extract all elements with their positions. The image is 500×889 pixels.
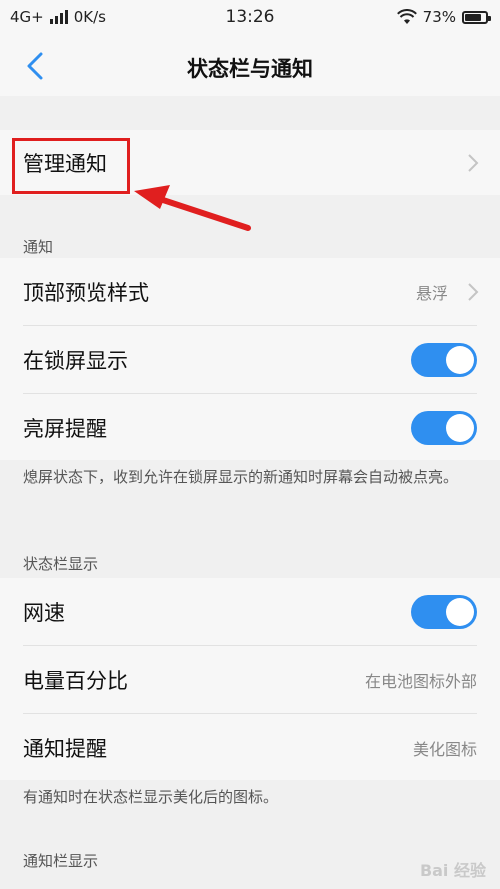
battery-percent-row[interactable]: 电量百分比 在电池图标外部 xyxy=(0,646,500,713)
page-title: 状态栏与通知 xyxy=(187,57,313,81)
notifications-header: 通知 xyxy=(23,238,54,256)
notification-alert-value: 美化图标 xyxy=(412,739,477,759)
net-speed-label: 网速 xyxy=(23,600,65,625)
status-right: 73% xyxy=(396,8,491,26)
preview-style-row[interactable]: 顶部预览样式 悬浮 xyxy=(0,258,500,325)
status-display-header: 状态栏显示 xyxy=(23,555,99,573)
preview-style-value: 悬浮 xyxy=(415,283,448,303)
wifi-icon xyxy=(396,9,417,24)
lock-screen-row: 在锁屏显示 xyxy=(0,326,500,393)
battery-icon xyxy=(462,10,491,24)
battery-percent-value: 在电池图标外部 xyxy=(364,671,477,691)
notifications-section: 顶部预览样式 悬浮 在锁屏显示 亮屏提醒 xyxy=(0,258,500,460)
wake-screen-label: 亮屏提醒 xyxy=(23,416,107,441)
battery-percent: 73% xyxy=(422,8,456,26)
net-speed-toggle[interactable] xyxy=(411,594,477,629)
chevron-right-icon xyxy=(468,282,479,301)
wake-screen-toggle[interactable] xyxy=(411,410,477,445)
notification-alert-note: 有通知时在状态栏显示美化后的图标。 xyxy=(23,788,279,806)
preview-style-label: 顶部预览样式 xyxy=(23,280,149,305)
shade-display-header: 通知栏显示 xyxy=(23,852,99,870)
notification-alert-row[interactable]: 通知提醒 美化图标 xyxy=(0,714,500,781)
app-bar: 状态栏与通知 xyxy=(0,36,500,96)
lock-screen-label: 在锁屏显示 xyxy=(23,348,128,373)
chevron-right-icon xyxy=(468,153,479,172)
wake-screen-row: 亮屏提醒 xyxy=(0,394,500,461)
net-speed-row: 网速 xyxy=(0,578,500,645)
watermark: Bai 经验 xyxy=(419,861,486,880)
notification-alert-label: 通知提醒 xyxy=(23,736,107,761)
status-bar: 4G+ 0K/s 13:26 73% xyxy=(0,0,500,36)
highlight-box xyxy=(12,138,130,194)
battery-percent-label: 电量百分比 xyxy=(23,668,128,693)
wake-screen-note: 熄屏状态下，收到允许在锁屏显示的新通知时屏幕会自动被点亮。 xyxy=(23,468,459,486)
red-arrow-icon xyxy=(134,185,251,231)
status-display-section: 网速 电量百分比 在电池图标外部 通知提醒 美化图标 xyxy=(0,578,500,780)
lock-screen-toggle[interactable] xyxy=(411,342,477,377)
